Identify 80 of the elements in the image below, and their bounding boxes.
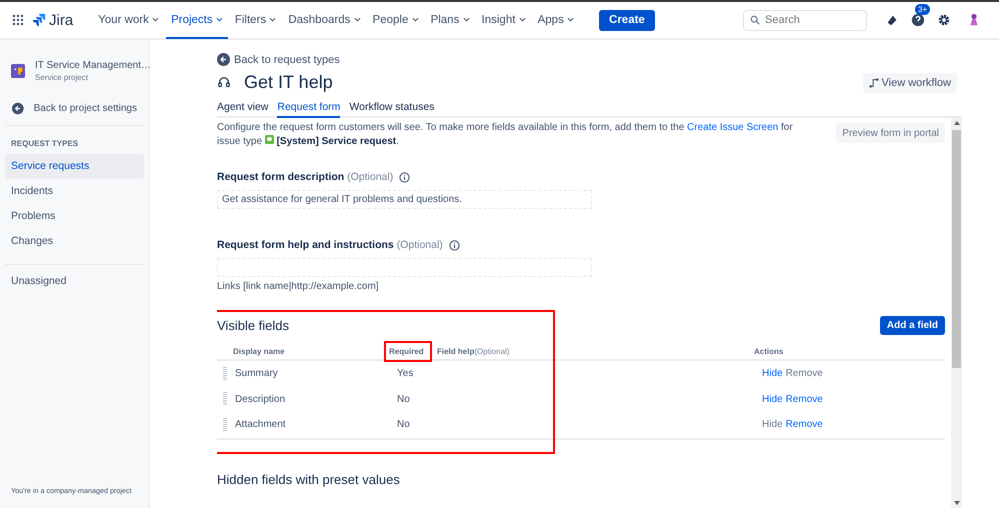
nav-menu[interactable]: Projects (166, 3, 228, 39)
column-header: Display name (232, 346, 286, 358)
project-name[interactable]: IT Service Management… (35, 60, 151, 71)
back-link[interactable]: Back to project settings (5, 82, 144, 115)
back-link-label[interactable]: Back to request types (234, 54, 340, 66)
chevron-down-icon (412, 17, 419, 22)
chevron-down-icon (216, 17, 223, 22)
nav-menu[interactable]: Your work (93, 3, 164, 39)
sidebar-item[interactable]: Incidents (5, 179, 144, 204)
info-icon[interactable] (448, 240, 460, 250)
nav-menu[interactable]: Filters (230, 3, 282, 39)
sidebar-item[interactable]: Problems (5, 204, 144, 229)
nav-menu[interactable]: People (368, 3, 424, 39)
intro-text: Configure the request form customers will see. To make more fields available in this form, add them to the Create Issue Screen for issue type [System] Service request. (217, 121, 794, 149)
sidebar-item[interactable]: Service requests (5, 154, 144, 179)
back-link-label[interactable]: Back to project settings (34, 103, 137, 114)
field-label: Request form description (Optional) (217, 171, 394, 183)
settings-icon[interactable] (937, 13, 951, 27)
nav-menu[interactable]: Dashboards (283, 3, 366, 39)
section-title: Hidden fields with preset values (217, 472, 401, 486)
section-heading: REQUEST TYPES (10, 138, 80, 150)
preview-button[interactable]: Preview form in portal (836, 123, 945, 143)
issue-type-icon (264, 135, 274, 144)
chevron-down-icon (354, 17, 361, 22)
project-type: Service project (35, 73, 89, 82)
tab[interactable]: Workflow statuses (349, 101, 434, 118)
chevron-down-icon (567, 17, 574, 22)
action-link[interactable]: Hide (762, 368, 783, 380)
tab[interactable]: Agent view (217, 101, 268, 118)
back-arrow-icon (217, 53, 230, 66)
table-cell-text: No (396, 394, 411, 405)
table-cell-text: Description (235, 394, 286, 405)
logo-icon[interactable] (32, 13, 46, 27)
table-cell-text: Yes (396, 368, 414, 380)
drag-handle-icon[interactable] (223, 392, 227, 406)
drag-handle-icon[interactable] (223, 366, 227, 381)
scroll-up-icon[interactable] (954, 121, 960, 125)
scroll-down-icon[interactable] (954, 501, 960, 505)
table-cell-text: No (396, 419, 411, 430)
description-field[interactable]: Get assistance for general IT problems and questions. (217, 190, 592, 209)
add-field-button[interactable]: Add a field (880, 316, 945, 335)
notification-badge: 3+ (915, 4, 930, 15)
scrollbar[interactable] (951, 118, 962, 508)
nav-menu[interactable]: Apps (532, 3, 580, 39)
field-hint: Links [link name|http://example.com] (217, 281, 380, 292)
column-header: Actions (753, 346, 784, 358)
chevron-down-icon (152, 17, 160, 22)
create-issue-screen-link[interactable]: Create Issue Screen (687, 122, 778, 133)
create-button[interactable]: Create (599, 10, 655, 30)
action-link[interactable]: Remove (786, 394, 823, 405)
back-link[interactable]: Back to request types (217, 53, 999, 66)
page-title: Get IT help (244, 72, 333, 93)
workflow-icon (868, 78, 878, 88)
chevron-down-icon (518, 17, 526, 22)
field-label: Request form help and instructions (Optional) (217, 239, 443, 251)
view-workflow-button[interactable]: View workflow (862, 72, 957, 92)
product-name[interactable]: Jira (49, 12, 74, 28)
nav-menu[interactable]: Insight (476, 3, 531, 39)
table-cell-text: Summary (235, 368, 279, 380)
sidebar-item[interactable]: Changes (5, 229, 144, 254)
nav-menu[interactable]: Plans (426, 3, 475, 39)
drag-handle-icon[interactable] (223, 418, 227, 432)
project-icon (11, 64, 25, 78)
chevron-down-icon (269, 17, 276, 22)
help-field[interactable] (217, 258, 592, 277)
tab[interactable]: Request form (277, 101, 340, 118)
help-icon[interactable] (911, 13, 925, 27)
chevron-down-icon (462, 17, 470, 22)
sidebar-item[interactable]: Unassigned (5, 269, 144, 294)
action-link[interactable]: Remove (786, 419, 823, 430)
column-header: Field help(Optional) (436, 346, 510, 358)
search-field[interactable]: Search (743, 10, 867, 30)
app-switcher-icon[interactable] (12, 14, 24, 26)
action-link[interactable]: Hide (762, 394, 783, 405)
info-icon[interactable] (399, 172, 410, 182)
section-title: Visible fields (217, 318, 290, 333)
table-cell-text: Attachment (235, 419, 287, 430)
column-header: Required (384, 340, 432, 362)
search-icon (750, 14, 760, 24)
headset-icon (217, 76, 231, 90)
